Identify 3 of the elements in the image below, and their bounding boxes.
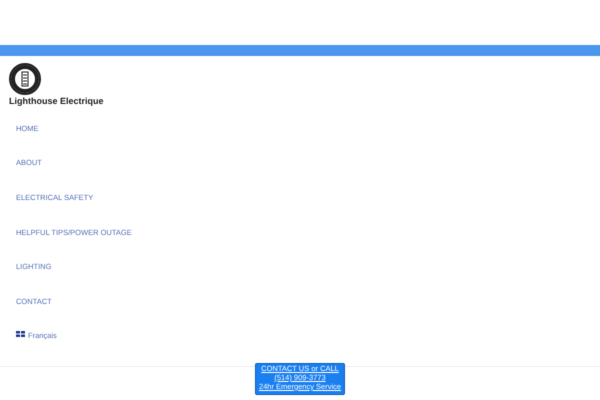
site-title: Lighthouse Electrique [9,96,105,106]
flag-icon [16,331,25,338]
lighthouse-logo-icon [9,62,41,95]
